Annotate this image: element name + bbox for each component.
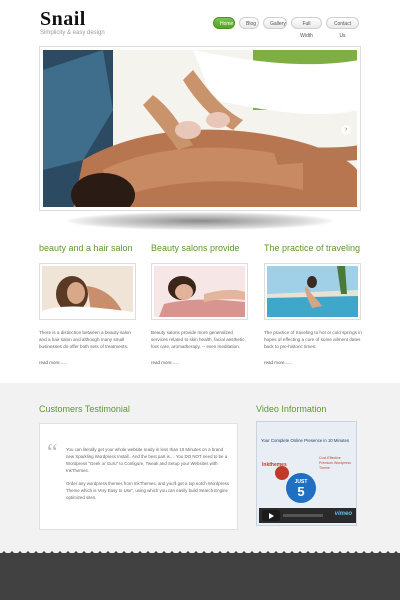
- slider-next-arrow[interactable]: ›: [341, 125, 351, 135]
- slide-image-massage: ›: [43, 50, 357, 207]
- nav-contact-us[interactable]: Contact Us: [326, 17, 359, 39]
- feature-image[interactable]: [151, 263, 248, 320]
- testimonial-paragraph: You can literally get your whole website…: [66, 447, 228, 473]
- nav-gallery[interactable]: Gallery: [263, 17, 287, 29]
- video-progress-bar[interactable]: [283, 514, 323, 517]
- nav-home[interactable]: Home: [213, 17, 235, 29]
- massage-photo: [43, 50, 357, 207]
- video-title: Video Information: [256, 404, 327, 414]
- feature-image[interactable]: [39, 263, 136, 320]
- salon-photo: [42, 266, 133, 317]
- video-player[interactable]: Your Complete Online Presence in 10 Minu…: [256, 421, 357, 526]
- feature-title[interactable]: Beauty salons provide: [151, 243, 251, 253]
- feature-title[interactable]: The practice of traveling: [264, 243, 364, 253]
- video-controls: vimeo: [259, 508, 356, 523]
- badge-number: 5: [297, 484, 305, 499]
- nav-blog[interactable]: Blog: [239, 17, 259, 29]
- spa-photo: [154, 266, 245, 317]
- read-more-link[interactable]: read more......: [264, 360, 292, 365]
- feature-column-1: beauty and a hair salon There is a disti…: [39, 243, 139, 365]
- site-logo[interactable]: Snail: [40, 8, 86, 31]
- slider-shadow: [68, 212, 332, 230]
- feature-text: Beauty salons provide more generalized s…: [151, 330, 246, 349]
- site-header: Snail Simplicity & easy design Home Blog…: [0, 0, 400, 45]
- quote-icon: “: [47, 440, 58, 466]
- pool-photo: [267, 266, 358, 317]
- video-side-text: Cost-Effective Premium Wordpress Theme: [319, 456, 351, 470]
- testimonial-box: “ You can literally get your whole websi…: [39, 423, 238, 530]
- video-badge: JUST 5: [286, 473, 316, 503]
- video-headline: Your Complete Online Presence in 10 Minu…: [261, 438, 349, 443]
- testimonial-title: Customers Testimonial: [39, 404, 130, 414]
- feature-column-2: Beauty salons provide Beauty salons prov…: [151, 243, 251, 365]
- feature-title[interactable]: beauty and a hair salon: [39, 243, 139, 253]
- brand-logo-icon: [275, 466, 289, 480]
- play-icon[interactable]: [262, 510, 280, 521]
- site-footer: [0, 553, 400, 600]
- feature-image[interactable]: [264, 263, 361, 320]
- main-nav: Home Blog Gallery Full Width Contact Us: [213, 17, 359, 39]
- hero-slider[interactable]: ›: [39, 46, 361, 211]
- read-more-link[interactable]: read more......: [151, 360, 179, 365]
- feature-text: There is a distinction between a beauty …: [39, 330, 131, 349]
- feature-column-3: The practice of traveling The practice o…: [264, 243, 364, 365]
- testimonial-text: You can literally get your whole website…: [66, 446, 231, 501]
- site-tagline: Simplicity & easy design: [40, 30, 105, 36]
- read-more-link[interactable]: read more......: [39, 360, 67, 365]
- vimeo-logo[interactable]: vimeo: [335, 511, 352, 517]
- video-brand: Inkthemes: [262, 462, 287, 468]
- feature-text: The practice of traveling to hot or cold…: [264, 330, 362, 349]
- nav-full-width[interactable]: Full Width: [291, 17, 322, 39]
- testimonial-paragraph: Order any wordpress themes from InkTheme…: [66, 481, 230, 500]
